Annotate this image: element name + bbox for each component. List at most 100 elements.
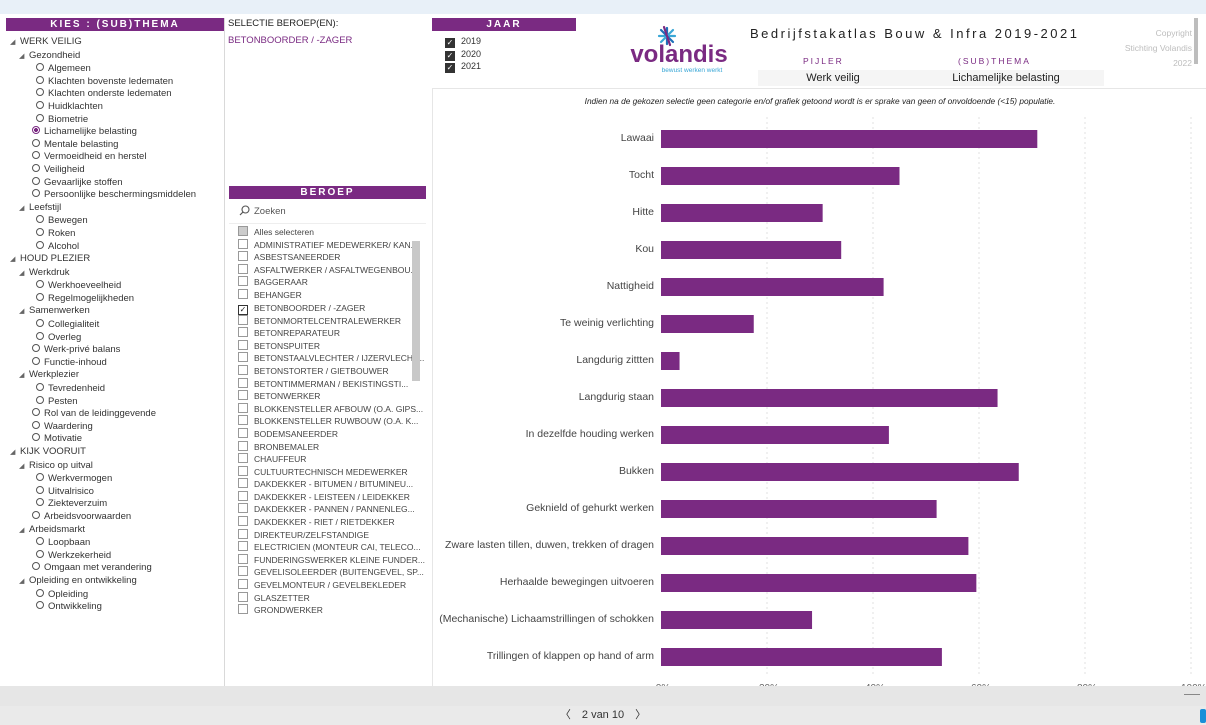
- checkbox[interactable]: [238, 427, 248, 438]
- collapse-caret-icon[interactable]: ◢: [19, 576, 29, 589]
- radio-icon[interactable]: [36, 63, 44, 72]
- beroep-search[interactable]: Zoeken: [229, 199, 426, 224]
- tree-subgroup[interactable]: ◢ Samenwerken: [6, 305, 224, 319]
- checkbox[interactable]: [238, 478, 248, 489]
- radio-icon[interactable]: [36, 331, 44, 340]
- radio-icon[interactable]: [32, 344, 40, 353]
- radio-icon[interactable]: [36, 100, 44, 109]
- checkbox[interactable]: [238, 226, 248, 236]
- radio-icon[interactable]: [36, 215, 44, 224]
- radio-icon[interactable]: [36, 383, 44, 392]
- tree-item[interactable]: Huidklachten: [6, 100, 224, 114]
- bar[interactable]: [661, 611, 813, 629]
- bar[interactable]: [661, 352, 680, 370]
- bar[interactable]: [661, 241, 842, 259]
- tree-item[interactable]: Vermoeidheid en herstel: [6, 151, 224, 164]
- bar[interactable]: [661, 204, 823, 222]
- checkbox[interactable]: [238, 238, 248, 249]
- radio-icon[interactable]: [36, 601, 44, 610]
- tree-item[interactable]: Werkvermogen: [6, 473, 224, 486]
- radio-icon[interactable]: [32, 510, 40, 519]
- bar[interactable]: [661, 537, 969, 555]
- tree-item[interactable]: Bewegen: [6, 215, 224, 228]
- radio-icon[interactable]: [32, 189, 40, 198]
- checkbox[interactable]: [238, 251, 248, 262]
- beroep-item[interactable]: DAKDEKKER - PANNEN / PANNENLEG...: [229, 503, 426, 516]
- checkbox[interactable]: [238, 453, 248, 464]
- radio-icon[interactable]: [36, 498, 44, 507]
- tree-item[interactable]: Roken: [6, 227, 224, 241]
- bar[interactable]: [661, 426, 889, 444]
- tree-group[interactable]: ◢ KIJK VOORUIT: [6, 446, 224, 460]
- tree-subgroup[interactable]: ◢ Leefstijl: [6, 202, 224, 216]
- beroep-item[interactable]: GRONDWERKER: [229, 604, 426, 617]
- checkbox[interactable]: [238, 440, 248, 451]
- radio-icon[interactable]: [36, 588, 44, 597]
- beroep-item[interactable]: GEVELMONTEUR / GEVELBEKLEDER: [229, 579, 426, 592]
- tree-group[interactable]: ◢ WERK VEILIG: [6, 36, 224, 50]
- tree-subgroup[interactable]: ◢ Gezondheid: [6, 50, 224, 64]
- tree-item[interactable]: Ontwikkeling: [6, 601, 224, 614]
- checkbox[interactable]: [238, 377, 248, 388]
- collapse-caret-icon[interactable]: ◢: [19, 51, 29, 64]
- checkbox[interactable]: [238, 364, 248, 375]
- next-page-button[interactable]: 〉: [635, 709, 646, 721]
- radio-icon[interactable]: [32, 163, 40, 172]
- tree-item[interactable]: Opleiding: [6, 588, 224, 602]
- prev-page-button[interactable]: 〈: [560, 709, 571, 721]
- tree-item[interactable]: Regelmogelijkheden: [6, 292, 224, 306]
- beroep-item[interactable]: BETONTIMMERMAN / BEKISTINGSTI...: [229, 377, 426, 391]
- beroep-item[interactable]: FUNDERINGSWERKER KLEINE FUNDER...: [229, 553, 426, 567]
- beroep-item[interactable]: CHAUFFEUR: [229, 453, 426, 466]
- checkbox[interactable]: [238, 288, 248, 299]
- tree-item[interactable]: Rol van de leidinggevende: [6, 408, 224, 421]
- checkbox[interactable]: [238, 263, 248, 274]
- checkbox[interactable]: [238, 516, 248, 527]
- tree-item[interactable]: Veiligheid: [6, 163, 224, 177]
- tree-item[interactable]: Alcohol: [6, 240, 224, 254]
- jaar-item[interactable]: ✓ 2021: [432, 60, 576, 73]
- radio-icon[interactable]: [36, 319, 44, 328]
- beroep-item[interactable]: BRONBEMALER: [229, 440, 426, 454]
- checkbox[interactable]: [238, 503, 248, 514]
- tree-item[interactable]: Tevredenheid: [6, 383, 224, 396]
- radio-icon[interactable]: [36, 88, 44, 97]
- checkbox[interactable]: [238, 327, 248, 338]
- checkbox[interactable]: [238, 402, 248, 413]
- radio-icon[interactable]: [32, 433, 40, 442]
- tree-subgroup[interactable]: ◢ Opleiding en ontwikkeling: [6, 575, 224, 589]
- radio-icon[interactable]: [32, 176, 40, 185]
- tree-item[interactable]: Werk-privé balans: [6, 344, 224, 357]
- beroep-item[interactable]: BETONWERKER: [229, 390, 426, 403]
- bar[interactable]: [661, 389, 998, 407]
- zoom-slider[interactable]: [1184, 694, 1200, 695]
- collapse-caret-icon[interactable]: ◢: [19, 306, 29, 319]
- collapse-caret-icon[interactable]: ◢: [10, 447, 20, 460]
- bar[interactable]: [661, 500, 937, 518]
- bar[interactable]: [661, 130, 1038, 148]
- radio-icon[interactable]: [32, 356, 40, 365]
- beroep-item[interactable]: Alles selecteren: [229, 226, 426, 239]
- radio-icon[interactable]: [32, 420, 40, 429]
- tree-item[interactable]: Ziekteverzuim: [6, 498, 224, 511]
- radio-icon[interactable]: [32, 408, 40, 417]
- checkbox[interactable]: ✓: [445, 63, 455, 73]
- beroep-item[interactable]: DAKDEKKER - RIET / RIETDEKKER: [229, 516, 426, 529]
- checkbox[interactable]: [238, 566, 248, 577]
- tree-item[interactable]: Loopbaan: [6, 537, 224, 550]
- beroep-item[interactable]: BETONSTORTER / GIETBOUWER: [229, 364, 426, 378]
- jaar-item[interactable]: ✓ 2020: [432, 48, 576, 61]
- tree-item[interactable]: Klachten onderste ledematen: [6, 88, 224, 101]
- checkbox[interactable]: ✓: [445, 38, 455, 48]
- beroep-item[interactable]: GEVELISOLEERDER (BUITENGEVEL, SP...: [229, 566, 426, 579]
- beroep-item[interactable]: BLOKKENSTELLER RUWBOUW (O.A. K...: [229, 415, 426, 428]
- tree-item[interactable]: Persoonlijke beschermingsmiddelen: [6, 189, 224, 202]
- tree-subgroup[interactable]: ◢ Werkplezier: [6, 369, 224, 383]
- tree-item[interactable]: Gevaarlijke stoffen: [6, 176, 224, 190]
- radio-icon[interactable]: [36, 549, 44, 558]
- checkbox[interactable]: [238, 276, 248, 287]
- checkbox[interactable]: [238, 390, 248, 401]
- tree-item[interactable]: Werkzekerheid: [6, 549, 224, 563]
- beroep-item[interactable]: DIREKTEUR/ZELFSTANDIGE: [229, 528, 426, 542]
- tree-item[interactable]: Algemeen: [6, 63, 224, 76]
